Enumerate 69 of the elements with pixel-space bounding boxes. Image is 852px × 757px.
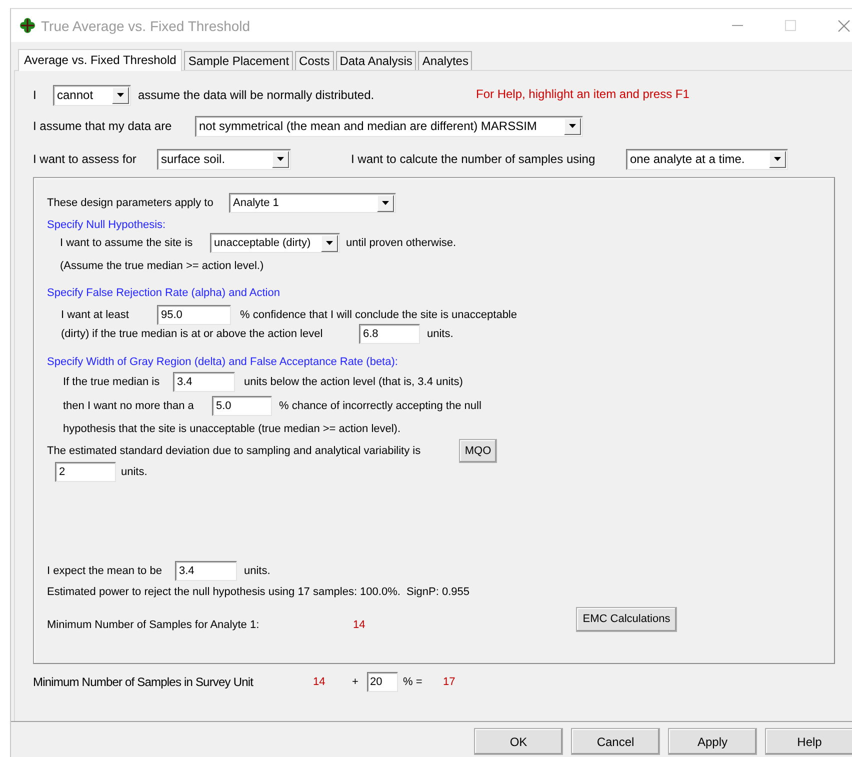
minimize-icon[interactable] xyxy=(732,25,743,26)
section-heading: Specify Width of Gray Region (delta) and False Acceptance Rate (beta): xyxy=(47,356,398,368)
tab[interactable]: Analytes xyxy=(418,51,472,70)
caret-icon xyxy=(117,93,124,97)
dropdown[interactable]: cannot xyxy=(53,84,131,106)
prompt-text: I xyxy=(33,88,38,102)
prompt-text: I want to calcute the number of samples using xyxy=(351,152,596,166)
dialog-button[interactable]: Help xyxy=(765,728,852,755)
units-label: units. xyxy=(244,565,270,577)
prompt-text: If the true median is xyxy=(63,376,161,388)
caret-icon xyxy=(277,157,284,161)
input-field[interactable]: 6.8 xyxy=(359,324,420,344)
prompt-text: until proven otherwise. xyxy=(346,237,456,249)
close-icon[interactable] xyxy=(838,20,850,32)
percent-label: % = xyxy=(403,676,424,688)
dialog-button[interactable]: Apply xyxy=(668,728,757,755)
prompt-text: units below the action level (that is, 3.4 units) xyxy=(244,376,463,388)
result-label: Minimum Number of Samples for Analyte 1: xyxy=(47,619,260,631)
maximize-icon[interactable] xyxy=(785,20,796,31)
input-field[interactable]: 2 xyxy=(55,462,116,482)
caret-icon xyxy=(774,157,781,161)
prompt-text: I want to assess for xyxy=(33,152,138,166)
dropdown[interactable]: Analyte 1 xyxy=(229,193,396,213)
dropdown[interactable]: not symmetrical (the mean and median are different) MARSSIM xyxy=(195,116,583,136)
prompt-text: The estimated standard deviation due to sampling and analytical variability is xyxy=(47,445,422,457)
input-field[interactable]: 5.0 xyxy=(212,396,272,416)
prompt-text: I expect the mean to be xyxy=(47,565,163,577)
prompt-text: I assume that my data are xyxy=(33,119,173,133)
section-heading: Specify False Rejection Rate (alpha) and Action xyxy=(47,287,280,299)
note-text: hypothesis that the site is unacceptable (true median >= action level). xyxy=(63,423,401,435)
window-title: True Average vs. Fixed Threshold xyxy=(41,18,250,34)
mqo-button[interactable]: MQO xyxy=(459,439,497,463)
result-label: Minimum Number of Samples in Survey Unit xyxy=(33,675,254,689)
prompt-text: assume the data will be normally distributed. xyxy=(138,88,376,102)
caret-icon xyxy=(326,241,333,245)
prompt-text: I want to assume the site is xyxy=(60,237,194,249)
prompt-text: then I want no more than a xyxy=(63,400,195,412)
result-value: 17 xyxy=(443,676,456,688)
dialog-button[interactable]: Cancel xyxy=(571,728,660,755)
input-field[interactable]: 3.4 xyxy=(173,372,235,392)
prompt-text: These design parameters apply to xyxy=(47,197,214,209)
tab[interactable]: Costs xyxy=(295,51,334,70)
section-heading: Specify Null Hypothesis: xyxy=(47,219,166,231)
prompt-text: % chance of incorrectly accepting the null xyxy=(279,400,482,412)
dropdown[interactable]: surface soil. xyxy=(157,148,291,170)
dropdown[interactable]: unacceptable (dirty) xyxy=(210,233,340,253)
plus-sign: + xyxy=(352,676,360,688)
tab[interactable]: Sample Placement xyxy=(184,51,294,70)
clover-icon xyxy=(20,18,35,33)
input-field[interactable]: 3.4 xyxy=(175,561,237,581)
dropdown[interactable]: one analyte at a time. xyxy=(626,148,788,170)
result-value: 14 xyxy=(313,676,326,688)
percent-field[interactable]: 20 xyxy=(367,672,398,692)
dialog-button[interactable]: OK xyxy=(474,728,563,755)
units-label: units. xyxy=(427,328,454,340)
tab[interactable]: Average vs. Fixed Threshold xyxy=(18,49,182,71)
tab[interactable]: Data Analysis xyxy=(336,51,416,70)
caret-icon xyxy=(382,201,389,205)
result-value: 14 xyxy=(353,619,366,631)
power-text: Estimated power to reject the null hypothesis using 17 samples: 100.0%. SignP: 0.955 xyxy=(47,586,470,598)
units-label: units. xyxy=(121,466,148,478)
note-text: (Assume the true median >= action level.) xyxy=(60,260,264,272)
caret-icon xyxy=(569,124,576,128)
prompt-text: I want at least xyxy=(61,309,130,321)
prompt-text: % confidence that I will conclude the site is unacceptable xyxy=(240,309,517,321)
help-text: For Help, highlight an item and press F1 xyxy=(476,86,690,100)
input-field[interactable]: 95.0 xyxy=(157,305,231,325)
emc-calculations-button[interactable]: EMC Calculations xyxy=(576,606,677,632)
prompt-text: (dirty) if the true median is at or above the action level xyxy=(61,328,324,340)
